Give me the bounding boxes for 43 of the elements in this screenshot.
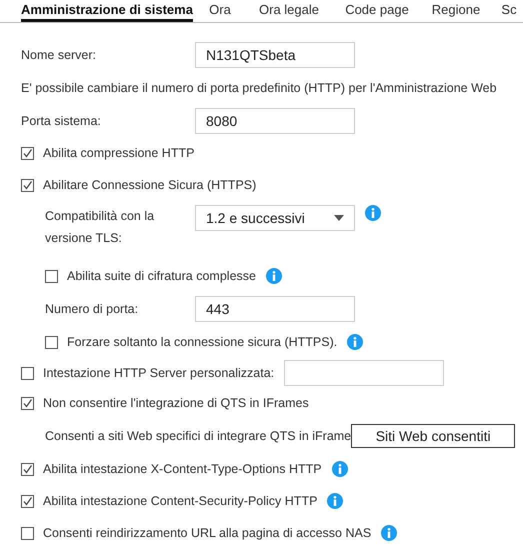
checkbox[interactable] [21, 494, 34, 508]
tab[interactable]: Sc [489, 0, 523, 22]
info-icon[interactable] [332, 461, 348, 477]
checkbox-label: Abilita suite di cifratura complesse [67, 269, 256, 283]
checkbox-label: Consenti reindirizzamento URL alla pagina di accesso NAS [43, 526, 372, 540]
input-field[interactable]: 443 [195, 296, 355, 322]
checkbox[interactable] [21, 462, 34, 476]
tab[interactable]: Regione [423, 0, 489, 22]
field-label: Numero di porta: [45, 302, 140, 316]
info-icon[interactable] [266, 268, 282, 284]
version-dropdown[interactable]: 1.2 e successivi [195, 205, 355, 231]
checkbox-label: Abilita compressione HTTP [43, 146, 194, 160]
allowed-sites-button[interactable]: Siti Web consentiti [351, 424, 516, 448]
checkbox[interactable] [45, 336, 58, 348]
input-field[interactable] [284, 360, 444, 386]
checkbox[interactable] [21, 396, 34, 410]
tab[interactable]: Ora [193, 0, 247, 22]
description-text: Consenti a siti Web specifici di integrare QTS in iFrame [45, 429, 352, 443]
tab[interactable]: Amministrazione di sistema [21, 0, 193, 22]
checkbox-label: Abilitare Connessione Sicura (HTTPS) [43, 178, 256, 192]
tab[interactable]: Ora legale [247, 0, 331, 22]
checkbox-label: Abilita intestazione Content-Security-Policy HTTP [43, 494, 318, 508]
checkbox[interactable] [21, 366, 34, 380]
checkbox-label: Non consentire l'integrazione di QTS in IFrames [43, 396, 309, 410]
info-icon[interactable] [327, 493, 344, 509]
select-label: Compatibilità con la versione TLS: [45, 208, 156, 247]
checkbox[interactable] [21, 178, 34, 192]
checkbox[interactable] [21, 146, 34, 160]
input-field[interactable]: 8080 [195, 108, 355, 134]
tab[interactable]: Code page [331, 0, 423, 22]
checkbox[interactable] [45, 270, 58, 282]
caret-icon [334, 215, 344, 221]
checkbox-label: Intestazione HTTP Server personalizzata: [43, 366, 274, 380]
info-icon[interactable] [381, 525, 398, 541]
description-text: E' possibile cambiare il numero di porta predefinito (HTTP) per l'Amministrazione Web [21, 81, 497, 95]
checkbox-label: Abilita intestazione X-Content-Type-Options HTTP [43, 462, 322, 476]
info-icon[interactable] [347, 334, 364, 350]
field-label: Nome server: [21, 48, 98, 62]
field-label: Porta sistema: [21, 114, 102, 128]
info-icon[interactable] [365, 205, 381, 221]
checkbox[interactable] [21, 526, 34, 540]
checkbox-label: Forzare soltanto la connessione sicura (HTTPS). [67, 335, 338, 349]
input-field[interactable]: N131QTSbeta [195, 42, 355, 68]
